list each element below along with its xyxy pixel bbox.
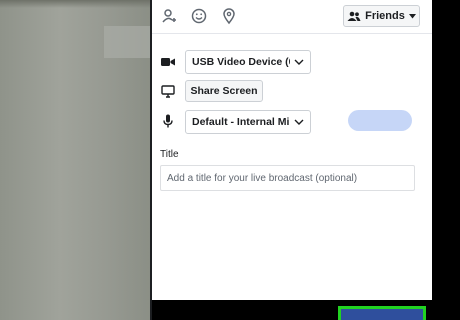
emoji-icon[interactable] [190, 7, 208, 25]
microphone-select-value: Default - Internal Mi... [192, 116, 290, 128]
camera-select-value: USB Video Device (0... [192, 56, 290, 68]
microphone-select[interactable]: Default - Internal Mi... [185, 110, 311, 134]
microphone-level-indicator [348, 110, 412, 131]
title-label: Title [160, 149, 179, 160]
tag-person-icon[interactable] [160, 7, 178, 25]
chevron-down-icon [294, 59, 304, 65]
friends-icon [347, 11, 361, 21]
caret-down-icon [408, 13, 416, 18]
live-setup-panel: Friends USB Video Device (0... Share Scr… [152, 0, 432, 300]
preview-blur-patch [104, 26, 150, 58]
audience-selector-label: Friends [365, 10, 405, 22]
microphone-icon [160, 113, 176, 129]
video-camera-icon [160, 54, 176, 70]
page-scrollbar-area [432, 0, 460, 320]
go-live-button[interactable] [338, 306, 426, 320]
toolbar-divider [152, 33, 432, 34]
preview-shadow [0, 0, 150, 8]
title-input[interactable] [160, 165, 415, 191]
camera-select[interactable]: USB Video Device (0... [185, 50, 311, 74]
camera-preview [0, 0, 150, 320]
share-screen-button[interactable]: Share Screen [185, 80, 263, 102]
location-pin-icon[interactable] [220, 7, 238, 25]
audience-selector-button[interactable]: Friends [343, 5, 420, 27]
monitor-icon [160, 83, 176, 99]
chevron-down-icon [294, 119, 304, 125]
